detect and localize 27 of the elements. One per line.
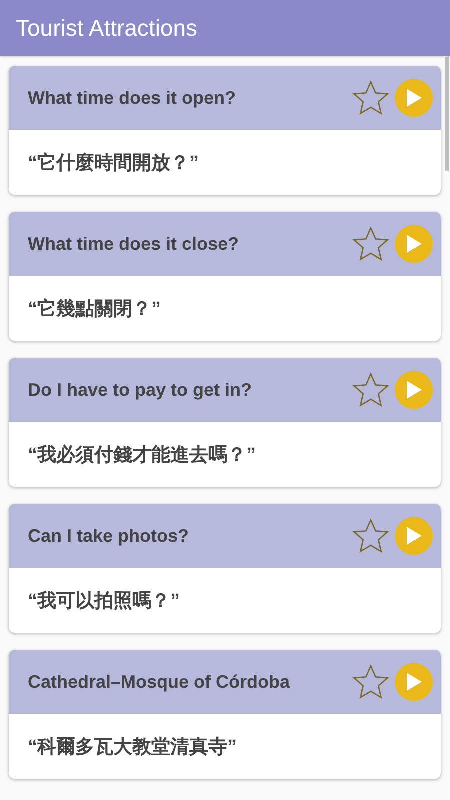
- play-button[interactable]: [395, 663, 433, 701]
- play-icon: [405, 88, 423, 108]
- phrase-translation: “我可以拍照嗎？”: [28, 590, 180, 614]
- phrase-english: Do I have to pay to get in?: [28, 380, 254, 400]
- phrase-translation: “它幾點關閉？”: [28, 297, 161, 322]
- app-title: Tourist Attractions: [16, 14, 198, 42]
- play-button[interactable]: [395, 79, 433, 117]
- play-button[interactable]: [395, 225, 433, 263]
- scrollbar[interactable]: [445, 57, 449, 171]
- phrase-english: Can I take photos?: [28, 526, 190, 546]
- star-icon[interactable]: [351, 224, 391, 264]
- play-icon: [405, 672, 423, 692]
- star-icon[interactable]: [351, 516, 391, 556]
- phrase-translation: “科爾多瓦大教堂清真寺”: [28, 736, 237, 760]
- phrase-english: Cathedral–Mosque of Córdoba: [28, 672, 292, 692]
- phrase-translation: “它什麼時間開放？”: [28, 151, 199, 176]
- phrase-translation: “我必須付錢才能進去嗎？”: [28, 444, 256, 468]
- phrase-english: What time does it close?: [28, 234, 240, 254]
- phrase-english: What time does it open?: [28, 88, 238, 108]
- play-button[interactable]: [395, 371, 433, 409]
- play-icon: [405, 380, 423, 400]
- star-icon[interactable]: [351, 78, 391, 118]
- play-icon: [405, 526, 423, 546]
- play-button[interactable]: [395, 517, 433, 555]
- star-icon[interactable]: [351, 662, 391, 702]
- star-icon[interactable]: [351, 370, 391, 410]
- play-icon: [405, 234, 423, 254]
